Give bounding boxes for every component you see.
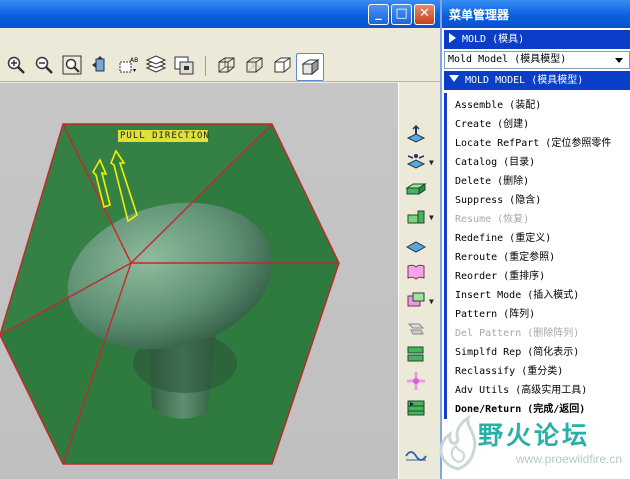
zoom-fit-icon[interactable] xyxy=(62,55,82,77)
main-window-titlebar: _ □ ✕ xyxy=(0,0,440,28)
dropdown-arrow-icon[interactable]: ▼ xyxy=(429,213,434,222)
menu-item-adv-utils[interactable]: Adv Utils (高级实用工具) xyxy=(447,381,630,400)
zoom-out-icon[interactable] xyxy=(34,55,54,77)
shading-icon xyxy=(301,59,320,76)
mold-model-select-value: Mold Model (模具模型) xyxy=(448,54,567,65)
menu-item-reclassify[interactable]: Reclassify (重分类) xyxy=(447,362,630,381)
watermark-url: www.proewildfire.cn xyxy=(516,452,623,466)
menu-item-resume: Resume (恢复) xyxy=(455,214,530,225)
dropdown-arrow-icon[interactable]: ▼ xyxy=(429,297,434,306)
shading-button[interactable] xyxy=(296,53,324,81)
no-hidden-icon[interactable] xyxy=(272,55,292,77)
menu-item-assemble[interactable]: Assemble (装配) xyxy=(447,96,630,115)
sprue-icon[interactable] xyxy=(405,206,427,228)
extract-icon[interactable] xyxy=(405,289,427,311)
menu-item-del-pattern: Del Pattern (删除阵列) xyxy=(455,328,580,339)
dropdown-arrow-icon[interactable]: ▼ xyxy=(429,158,434,167)
mold-analysis-icon[interactable] xyxy=(405,397,427,419)
mold-model-canvas xyxy=(0,123,340,465)
graphics-viewport[interactable]: PULL DIRECTION xyxy=(0,83,398,479)
menu-item-locate-refpart[interactable]: Locate RefPart (定位参照零件 xyxy=(447,134,630,153)
view-manager-icon[interactable] xyxy=(174,55,194,77)
mold-layout-icon[interactable] xyxy=(405,124,427,146)
toolbar-separator xyxy=(205,56,206,76)
menu-item-create[interactable]: Create (创建) xyxy=(447,115,630,134)
mold-model-select[interactable]: Mold Model (模具模型) xyxy=(444,51,630,69)
ejector-icon[interactable] xyxy=(405,370,427,392)
menu-header-mold-model[interactable]: MOLD MODEL (模具模型) xyxy=(444,71,630,90)
menu-item-redefine[interactable]: Redefine (重定义) xyxy=(447,229,630,248)
menu-item-simplfd-rep[interactable]: Simplfd Rep (简化表示) xyxy=(447,343,630,362)
expand-right-icon xyxy=(449,33,456,43)
menu-header-mold-model-label: MOLD MODEL (模具模型) xyxy=(465,75,584,86)
menu-item-insert-mode[interactable]: Insert Mode (插入模式) xyxy=(447,286,630,305)
minimize-button[interactable]: _ xyxy=(368,4,389,25)
wireframe-icon[interactable] xyxy=(216,55,236,77)
zoom-in-icon[interactable] xyxy=(6,55,26,77)
mold-volume-icon[interactable] xyxy=(405,150,427,172)
cavity-insert-icon[interactable] xyxy=(405,343,427,365)
menu-item-delete[interactable]: Delete (删除) xyxy=(447,172,630,191)
svg-text:AB: AB xyxy=(130,57,138,64)
close-button[interactable]: ✕ xyxy=(414,4,435,25)
workpiece-icon[interactable] xyxy=(405,178,427,200)
pull-direction-label: PULL DIRECTION xyxy=(120,131,210,141)
menu-item-reroute[interactable]: Reroute (重定参照) xyxy=(447,248,630,267)
split-icon[interactable] xyxy=(405,261,427,283)
watermark-text: 野火论坛 xyxy=(478,421,591,450)
orient-icon[interactable] xyxy=(90,55,110,77)
saved-views-icon[interactable]: AB xyxy=(118,55,138,77)
layers-icon[interactable] xyxy=(145,55,167,77)
menu-item-list: Assemble (装配) Create (创建) Locate RefPart… xyxy=(444,93,630,419)
expand-down-icon xyxy=(449,75,459,82)
menu-item-reorder[interactable]: Reorder (重排序) xyxy=(447,267,630,286)
menu-item-suppress[interactable]: Suppress (隐含) xyxy=(447,191,630,210)
chevron-down-icon xyxy=(615,58,623,63)
mold-opening-icon[interactable] xyxy=(405,316,427,338)
draft-check-icon[interactable] xyxy=(405,444,427,466)
menu-item-catalog[interactable]: Catalog (目录) xyxy=(447,153,630,172)
parting-surface-icon[interactable] xyxy=(405,234,427,256)
menu-manager-panel: 菜单管理器 MOLD (模具) Mold Model (模具模型) MOLD M… xyxy=(440,0,630,479)
watermark-logo: 野火论坛 www.proewildfire.cn xyxy=(428,412,630,479)
menu-item-pattern[interactable]: Pattern (阵列) xyxy=(447,305,630,324)
maximize-button[interactable]: □ xyxy=(391,4,412,25)
view-toolbar: AB xyxy=(0,28,440,82)
menu-manager-title: 菜单管理器 xyxy=(442,0,630,28)
hidden-line-icon[interactable] xyxy=(244,55,264,77)
menu-header-mold-label: MOLD (模具) xyxy=(462,34,525,45)
menu-header-mold[interactable]: MOLD (模具) xyxy=(444,30,630,49)
